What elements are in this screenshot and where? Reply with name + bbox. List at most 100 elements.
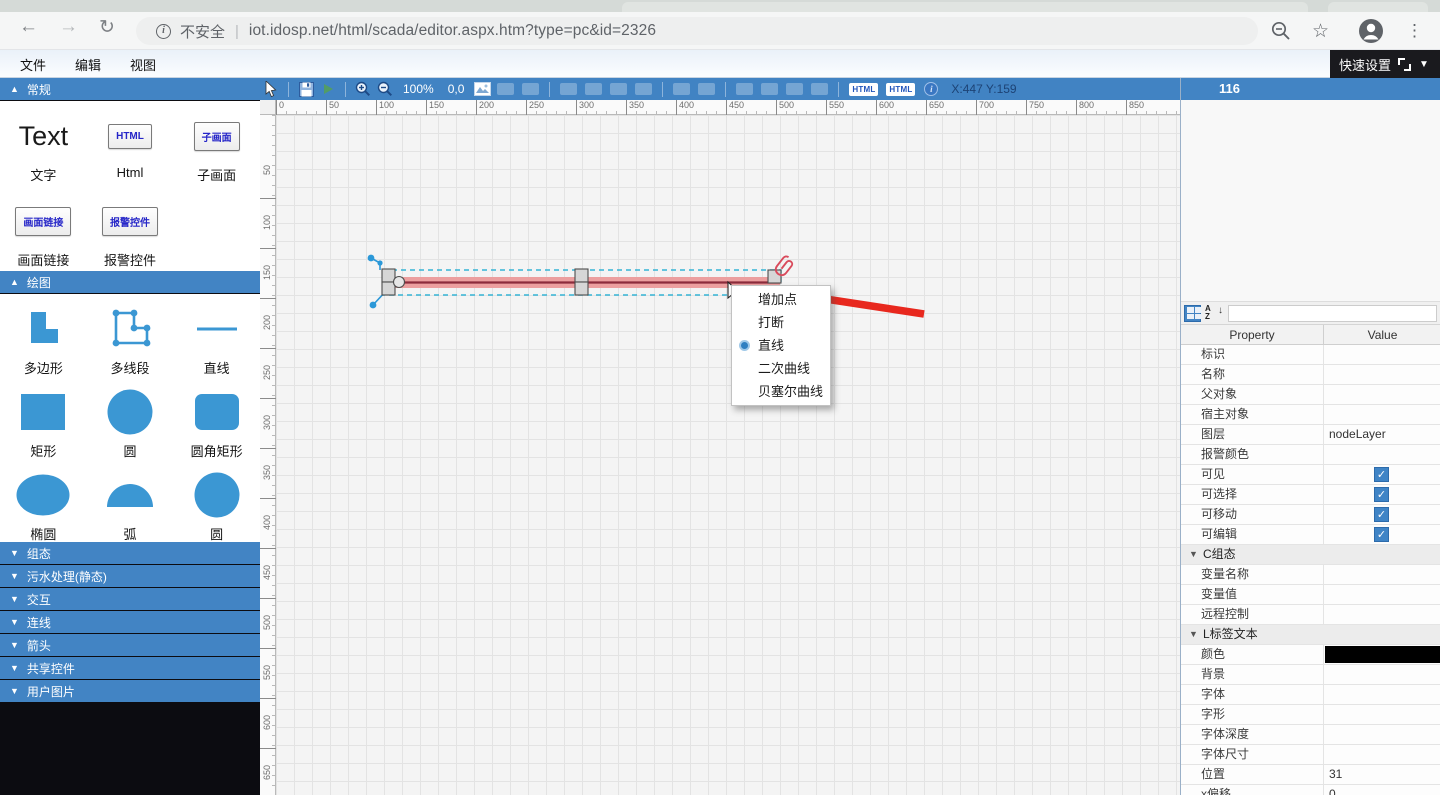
color-swatch[interactable] bbox=[1325, 646, 1440, 663]
palette-item-多线段[interactable]: 多线段 bbox=[87, 294, 174, 377]
info-icon[interactable]: i bbox=[924, 82, 938, 96]
property-value[interactable]: ✓ bbox=[1323, 465, 1440, 484]
zoom-out-icon[interactable] bbox=[374, 80, 396, 98]
browser-tab-2[interactable] bbox=[1328, 2, 1428, 12]
property-value[interactable] bbox=[1323, 725, 1440, 744]
attachment-paperclip-icon[interactable] bbox=[774, 255, 795, 277]
save-icon[interactable] bbox=[295, 80, 317, 98]
section-header-组态[interactable]: ▼组态 bbox=[0, 542, 260, 564]
back-icon[interactable]: ← bbox=[19, 16, 38, 38]
property-value[interactable]: ✓ bbox=[1323, 525, 1440, 544]
profile-avatar[interactable] bbox=[1358, 12, 1384, 50]
section-header-用户图片[interactable]: ▼用户图片 bbox=[0, 680, 260, 702]
distribute-v-icon[interactable] bbox=[761, 83, 778, 95]
property-value[interactable] bbox=[1323, 685, 1440, 704]
section-header-连线[interactable]: ▼连线 bbox=[0, 611, 260, 633]
menu-item-视图[interactable]: 视图 bbox=[130, 55, 156, 74]
property-value[interactable]: nodeLayer bbox=[1323, 425, 1440, 444]
object-tree-panel[interactable] bbox=[1181, 100, 1440, 302]
browser-menu-icon[interactable]: ⋮ bbox=[1406, 12, 1423, 50]
section-header-共享控件[interactable]: ▼共享控件 bbox=[0, 657, 260, 679]
select-pointer-icon[interactable] bbox=[260, 80, 282, 98]
forward-icon[interactable]: → bbox=[59, 16, 78, 38]
vertex-dot-icon[interactable] bbox=[368, 255, 375, 262]
menu-item-编辑[interactable]: 编辑 bbox=[75, 55, 101, 74]
quick-settings-caret-icon[interactable]: ▼ bbox=[1419, 59, 1429, 70]
zoom-in-icon[interactable] bbox=[352, 80, 374, 98]
group-icon[interactable] bbox=[497, 83, 514, 95]
snapshot-image-icon[interactable] bbox=[471, 80, 493, 98]
context-menu-item-贝塞尔曲线[interactable]: 贝塞尔曲线 bbox=[732, 380, 830, 403]
property-value[interactable] bbox=[1323, 645, 1440, 664]
ungroup-icon[interactable] bbox=[522, 83, 539, 95]
align-right-icon[interactable] bbox=[610, 83, 627, 95]
section-collapse-icon[interactable]: ▼ bbox=[1189, 625, 1198, 644]
resize-handle[interactable] bbox=[382, 269, 395, 282]
palette-item-画面链接[interactable]: 画面链接画面链接 bbox=[0, 186, 87, 271]
align-middle-icon[interactable] bbox=[673, 83, 690, 95]
reload-icon[interactable]: ↻ bbox=[99, 16, 115, 39]
property-value[interactable] bbox=[1323, 405, 1440, 424]
align-center-icon[interactable] bbox=[585, 83, 602, 95]
page-info-icon[interactable]: i bbox=[156, 24, 171, 39]
palette-item-圆[interactable]: 圆 bbox=[173, 460, 260, 543]
property-filter-input[interactable] bbox=[1228, 305, 1437, 322]
checkbox-checked-icon[interactable]: ✓ bbox=[1374, 487, 1389, 502]
property-value[interactable] bbox=[1323, 605, 1440, 624]
palette-item-圆角矩形[interactable]: 圆角矩形 bbox=[173, 377, 260, 460]
property-value[interactable] bbox=[1323, 385, 1440, 404]
sort-alpha-icon[interactable]: AZ bbox=[1205, 305, 1222, 322]
palette-item-椭圆[interactable]: 椭圆 bbox=[0, 460, 87, 543]
property-value[interactable] bbox=[1323, 345, 1440, 364]
endpoint-handle[interactable] bbox=[394, 277, 405, 288]
palette-item-多边形[interactable]: 多边形 bbox=[0, 294, 87, 377]
palette-item-文字[interactable]: Text文字 bbox=[0, 101, 87, 186]
property-value[interactable] bbox=[1323, 665, 1440, 684]
palette-item-Html[interactable]: HTMLHtml bbox=[87, 101, 174, 186]
align-left-icon[interactable] bbox=[560, 83, 577, 95]
bookmark-star-icon[interactable]: ☆ bbox=[1312, 12, 1329, 50]
property-value[interactable] bbox=[1323, 705, 1440, 724]
property-value[interactable] bbox=[1323, 565, 1440, 584]
same-width-icon[interactable] bbox=[786, 83, 803, 95]
property-value[interactable]: ✓ bbox=[1323, 485, 1440, 504]
context-menu-item-二次曲线[interactable]: 二次曲线 bbox=[732, 357, 830, 380]
checkbox-checked-icon[interactable]: ✓ bbox=[1374, 467, 1389, 482]
resize-handle[interactable] bbox=[575, 282, 588, 295]
distribute-h-icon[interactable] bbox=[736, 83, 753, 95]
line-shape[interactable] bbox=[388, 277, 780, 288]
context-menu-item-打断[interactable]: 打断 bbox=[732, 311, 830, 334]
palette-item-圆[interactable]: 圆 bbox=[87, 377, 174, 460]
palette-item-子画面[interactable]: 子画面子画面 bbox=[173, 101, 260, 186]
resize-handle[interactable] bbox=[768, 270, 781, 283]
property-value[interactable] bbox=[1323, 445, 1440, 464]
same-height-icon[interactable] bbox=[811, 83, 828, 95]
html-source-icon[interactable]: HTML bbox=[849, 83, 878, 96]
resize-handle[interactable] bbox=[382, 282, 395, 295]
url-text[interactable]: iot.idosp.net/html/scada/editor.aspx.htm… bbox=[249, 22, 656, 40]
section-header-绘图[interactable]: ▲绘图 bbox=[0, 271, 260, 293]
checkbox-checked-icon[interactable]: ✓ bbox=[1374, 507, 1389, 522]
section-header-箭头[interactable]: ▼箭头 bbox=[0, 634, 260, 656]
align-top-icon[interactable] bbox=[635, 83, 652, 95]
vertex-dot-icon[interactable] bbox=[377, 260, 382, 265]
categorized-view-icon[interactable] bbox=[1184, 305, 1201, 322]
section-header-常规[interactable]: ▲常规 bbox=[0, 78, 260, 100]
address-bar[interactable]: i 不安全 | iot.idosp.net/html/scada/editor.… bbox=[136, 17, 1258, 45]
section-header-交互[interactable]: ▼交互 bbox=[0, 588, 260, 610]
dock-layout-icon[interactable] bbox=[1398, 58, 1411, 71]
align-bottom-icon[interactable] bbox=[698, 83, 715, 95]
palette-item-报警控件[interactable]: 报警控件报警控件 bbox=[87, 186, 174, 271]
property-value[interactable] bbox=[1323, 585, 1440, 604]
palette-item-直线[interactable]: 直线 bbox=[173, 294, 260, 377]
vertex-dot-icon[interactable] bbox=[370, 302, 377, 309]
property-value[interactable]: 31 bbox=[1323, 765, 1440, 784]
context-menu-item-直线[interactable]: 直线 bbox=[732, 334, 830, 357]
context-menu-item-增加点[interactable]: 增加点 bbox=[732, 288, 830, 311]
browser-tab[interactable] bbox=[622, 2, 1308, 12]
property-value[interactable] bbox=[1323, 745, 1440, 764]
property-value[interactable] bbox=[1323, 365, 1440, 384]
menu-item-文件[interactable]: 文件 bbox=[20, 55, 46, 74]
zoom-page-icon[interactable] bbox=[1270, 12, 1292, 50]
run-preview-icon[interactable] bbox=[317, 80, 339, 98]
